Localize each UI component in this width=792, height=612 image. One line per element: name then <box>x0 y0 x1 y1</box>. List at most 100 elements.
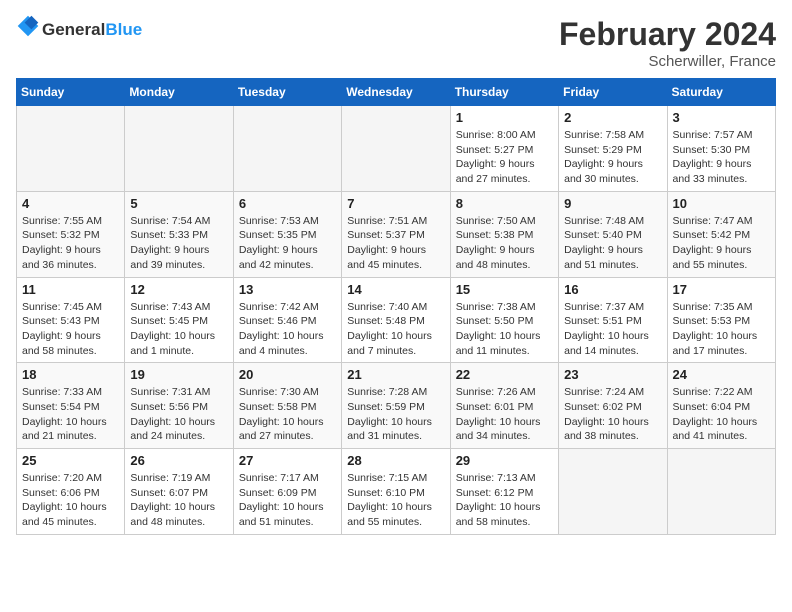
day-info: Sunrise: 7:57 AM Sunset: 5:30 PM Dayligh… <box>673 128 770 187</box>
day-number: 3 <box>673 110 770 125</box>
calendar-cell <box>559 449 667 535</box>
day-info: Sunrise: 7:37 AM Sunset: 5:51 PM Dayligh… <box>564 300 661 359</box>
day-info: Sunrise: 7:50 AM Sunset: 5:38 PM Dayligh… <box>456 214 553 273</box>
day-info: Sunrise: 8:00 AM Sunset: 5:27 PM Dayligh… <box>456 128 553 187</box>
day-number: 24 <box>673 367 770 382</box>
calendar-cell: 12 Sunrise: 7:43 AM Sunset: 5:45 PM Dayli… <box>125 277 233 363</box>
day-info: Sunrise: 7:43 AM Sunset: 5:45 PM Dayligh… <box>130 300 227 359</box>
day-number: 1 <box>456 110 553 125</box>
logo-icon <box>16 14 40 38</box>
calendar-cell: 3 Sunrise: 7:57 AM Sunset: 5:30 PM Daylig… <box>667 106 775 192</box>
calendar-cell: 14 Sunrise: 7:40 AM Sunset: 5:48 PM Dayli… <box>342 277 450 363</box>
day-header-sunday: Sunday <box>17 79 125 106</box>
calendar-cell: 27 Sunrise: 7:17 AM Sunset: 6:09 PM Dayli… <box>233 449 341 535</box>
day-number: 18 <box>22 367 119 382</box>
calendar-cell: 20 Sunrise: 7:30 AM Sunset: 5:58 PM Dayli… <box>233 363 341 449</box>
calendar-cell <box>342 106 450 192</box>
day-number: 5 <box>130 196 227 211</box>
day-info: Sunrise: 7:38 AM Sunset: 5:50 PM Dayligh… <box>456 300 553 359</box>
day-info: Sunrise: 7:40 AM Sunset: 5:48 PM Dayligh… <box>347 300 444 359</box>
day-number: 9 <box>564 196 661 211</box>
day-number: 10 <box>673 196 770 211</box>
calendar-cell <box>233 106 341 192</box>
calendar-week-2: 4Sunrise: 7:55 AM Sunset: 5:32 PM Daylig… <box>17 191 776 277</box>
day-info: Sunrise: 7:28 AM Sunset: 5:59 PM Dayligh… <box>347 385 444 444</box>
day-number: 17 <box>673 282 770 297</box>
day-number: 8 <box>456 196 553 211</box>
day-info: Sunrise: 7:19 AM Sunset: 6:07 PM Dayligh… <box>130 471 227 530</box>
day-info: Sunrise: 7:47 AM Sunset: 5:42 PM Dayligh… <box>673 214 770 273</box>
day-info: Sunrise: 7:15 AM Sunset: 6:10 PM Dayligh… <box>347 471 444 530</box>
calendar: SundayMondayTuesdayWednesdayThursdayFrid… <box>16 78 776 535</box>
calendar-cell: 17 Sunrise: 7:35 AM Sunset: 5:53 PM Dayli… <box>667 277 775 363</box>
day-info: Sunrise: 7:24 AM Sunset: 6:02 PM Dayligh… <box>564 385 661 444</box>
calendar-cell: 13Sunrise: 7:42 AM Sunset: 5:46 PM Dayli… <box>233 277 341 363</box>
calendar-week-3: 11Sunrise: 7:45 AM Sunset: 5:43 PM Dayli… <box>17 277 776 363</box>
day-info: Sunrise: 7:33 AM Sunset: 5:54 PM Dayligh… <box>22 385 119 444</box>
calendar-cell <box>125 106 233 192</box>
day-number: 15 <box>456 282 553 297</box>
calendar-cell: 16 Sunrise: 7:37 AM Sunset: 5:51 PM Dayli… <box>559 277 667 363</box>
calendar-cell: 2 Sunrise: 7:58 AM Sunset: 5:29 PM Daylig… <box>559 106 667 192</box>
day-info: Sunrise: 7:22 AM Sunset: 6:04 PM Dayligh… <box>673 385 770 444</box>
day-number: 14 <box>347 282 444 297</box>
day-info: Sunrise: 7:58 AM Sunset: 5:29 PM Dayligh… <box>564 128 661 187</box>
day-number: 13 <box>239 282 336 297</box>
calendar-cell: 19 Sunrise: 7:31 AM Sunset: 5:56 PM Dayli… <box>125 363 233 449</box>
day-info: Sunrise: 7:45 AM Sunset: 5:43 PM Dayligh… <box>22 300 119 359</box>
logo: GeneralBlue <box>16 16 142 45</box>
calendar-cell: 9 Sunrise: 7:48 AM Sunset: 5:40 PM Daylig… <box>559 191 667 277</box>
calendar-cell: 10 Sunrise: 7:47 AM Sunset: 5:42 PM Dayli… <box>667 191 775 277</box>
logo-text-general: General <box>42 20 105 39</box>
logo-text-blue: Blue <box>105 20 142 39</box>
calendar-week-1: 1 Sunrise: 8:00 AM Sunset: 5:27 PM Daylig… <box>17 106 776 192</box>
day-info: Sunrise: 7:48 AM Sunset: 5:40 PM Dayligh… <box>564 214 661 273</box>
calendar-cell: 5 Sunrise: 7:54 AM Sunset: 5:33 PM Daylig… <box>125 191 233 277</box>
day-number: 6 <box>239 196 336 211</box>
day-number: 12 <box>130 282 227 297</box>
calendar-week-4: 18 Sunrise: 7:33 AM Sunset: 5:54 PM Dayli… <box>17 363 776 449</box>
day-number: 19 <box>130 367 227 382</box>
calendar-cell: 15 Sunrise: 7:38 AM Sunset: 5:50 PM Dayli… <box>450 277 558 363</box>
calendar-cell: 29 Sunrise: 7:13 AM Sunset: 6:12 PM Dayli… <box>450 449 558 535</box>
day-number: 2 <box>564 110 661 125</box>
day-header-thursday: Thursday <box>450 79 558 106</box>
calendar-cell <box>17 106 125 192</box>
day-info: Sunrise: 7:30 AM Sunset: 5:58 PM Dayligh… <box>239 385 336 444</box>
day-info: Sunrise: 7:17 AM Sunset: 6:09 PM Dayligh… <box>239 471 336 530</box>
day-info: Sunrise: 7:35 AM Sunset: 5:53 PM Dayligh… <box>673 300 770 359</box>
day-number: 4 <box>22 196 119 211</box>
day-header-saturday: Saturday <box>667 79 775 106</box>
calendar-cell: 4Sunrise: 7:55 AM Sunset: 5:32 PM Daylig… <box>17 191 125 277</box>
day-number: 29 <box>456 453 553 468</box>
calendar-header-row: SundayMondayTuesdayWednesdayThursdayFrid… <box>17 79 776 106</box>
day-info: Sunrise: 7:31 AM Sunset: 5:56 PM Dayligh… <box>130 385 227 444</box>
calendar-cell <box>667 449 775 535</box>
day-number: 20 <box>239 367 336 382</box>
title-block: February 2024 Scherwiller, France <box>559 16 776 70</box>
day-number: 28 <box>347 453 444 468</box>
day-info: Sunrise: 7:53 AM Sunset: 5:35 PM Dayligh… <box>239 214 336 273</box>
day-header-wednesday: Wednesday <box>342 79 450 106</box>
day-header-tuesday: Tuesday <box>233 79 341 106</box>
calendar-cell: 7Sunrise: 7:51 AM Sunset: 5:37 PM Daylig… <box>342 191 450 277</box>
day-header-friday: Friday <box>559 79 667 106</box>
calendar-cell: 1 Sunrise: 8:00 AM Sunset: 5:27 PM Daylig… <box>450 106 558 192</box>
day-number: 27 <box>239 453 336 468</box>
calendar-cell: 18 Sunrise: 7:33 AM Sunset: 5:54 PM Dayli… <box>17 363 125 449</box>
location: Scherwiller, France <box>559 53 776 70</box>
calendar-cell: 26Sunrise: 7:19 AM Sunset: 6:07 PM Dayli… <box>125 449 233 535</box>
day-number: 16 <box>564 282 661 297</box>
month-title: February 2024 <box>559 16 776 53</box>
calendar-cell: 11Sunrise: 7:45 AM Sunset: 5:43 PM Dayli… <box>17 277 125 363</box>
day-number: 22 <box>456 367 553 382</box>
day-info: Sunrise: 7:54 AM Sunset: 5:33 PM Dayligh… <box>130 214 227 273</box>
day-number: 23 <box>564 367 661 382</box>
day-info: Sunrise: 7:13 AM Sunset: 6:12 PM Dayligh… <box>456 471 553 530</box>
day-info: Sunrise: 7:51 AM Sunset: 5:37 PM Dayligh… <box>347 214 444 273</box>
calendar-cell: 8 Sunrise: 7:50 AM Sunset: 5:38 PM Daylig… <box>450 191 558 277</box>
calendar-cell: 24 Sunrise: 7:22 AM Sunset: 6:04 PM Dayli… <box>667 363 775 449</box>
calendar-cell: 21Sunrise: 7:28 AM Sunset: 5:59 PM Dayli… <box>342 363 450 449</box>
calendar-cell: 6 Sunrise: 7:53 AM Sunset: 5:35 PM Daylig… <box>233 191 341 277</box>
day-info: Sunrise: 7:20 AM Sunset: 6:06 PM Dayligh… <box>22 471 119 530</box>
